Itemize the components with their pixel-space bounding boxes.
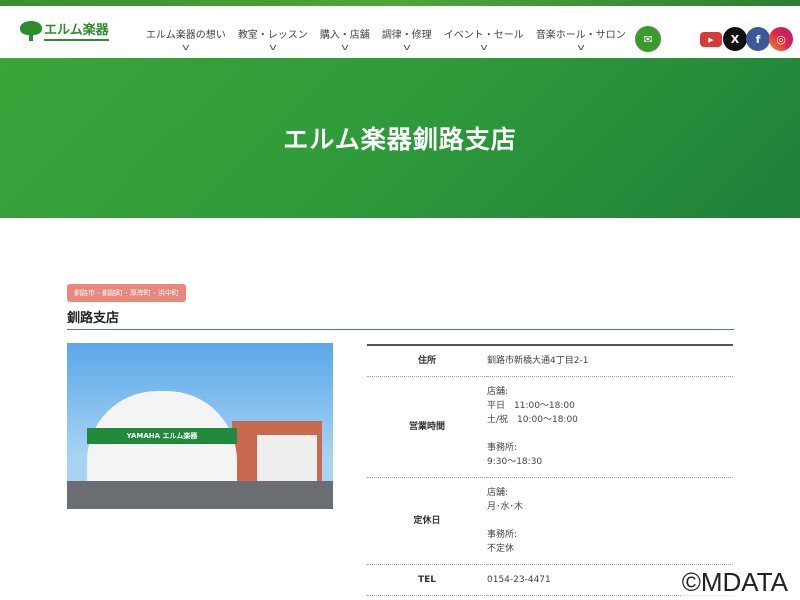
hero-banner: エルム楽器釧路支店 xyxy=(0,58,800,218)
value-line: 店舗: xyxy=(487,488,509,498)
nav-label: エルム楽器の想い xyxy=(146,30,226,41)
x-icon[interactable]: X xyxy=(723,27,747,51)
value-line: 土/祝 10:00〜18:00 xyxy=(487,415,578,425)
table-row: 住所 釧路市新橋大通4丁目2-1 xyxy=(367,345,733,377)
logo-text: エルム楽器 xyxy=(44,23,109,41)
row-value: 店舗: 平日 11:00〜18:00 土/祝 10:00〜18:00 事務所: 9:30… xyxy=(487,376,733,478)
nav-label: 調律・修理 xyxy=(381,30,432,41)
value-line: 9:30〜18:30 xyxy=(487,457,543,467)
value-line xyxy=(487,514,733,528)
store-name: 釧路支店 xyxy=(67,311,120,326)
youtube-icon[interactable]: ▶ xyxy=(700,32,722,47)
area-tag[interactable]: 釧路市・釧路町・厚岸町・浜中町 xyxy=(67,284,186,302)
store-info-table: 住所 釧路市新橋大通4丁目2-1 営業時間 店舗: 平日 11:00〜18:00 土/祝 … xyxy=(367,344,733,596)
value-line: 事務所: xyxy=(487,443,518,453)
tree-icon xyxy=(20,21,42,41)
nav-item-stores[interactable]: 購入・店舗 v xyxy=(314,26,376,53)
row-label: 営業時間 xyxy=(367,376,487,478)
chevron-down-icon: v xyxy=(269,43,277,53)
mail-icon[interactable]: ✉ xyxy=(635,26,661,52)
watermark: ©MDATA xyxy=(681,567,788,598)
nav-label: 教室・レッスン xyxy=(237,30,308,41)
nav-item-lessons[interactable]: 教室・レッスン v xyxy=(232,26,314,53)
divider xyxy=(67,329,734,330)
row-label: TEL xyxy=(367,564,487,596)
value-line: 平日 11:00〜18:00 xyxy=(487,401,575,411)
chevron-down-icon: v xyxy=(341,43,349,53)
store-photo: YAMAHA エルム楽器 xyxy=(67,343,333,509)
facebook-icon[interactable]: f xyxy=(746,27,770,51)
row-value: 釧路市新橋大通4丁目2-1 xyxy=(487,345,733,377)
table-row: 営業時間 店舗: 平日 11:00〜18:00 土/祝 10:00〜18:00 事務所:… xyxy=(367,376,733,478)
row-label: 住所 xyxy=(367,345,487,377)
nav-label: 購入・店舗 xyxy=(319,30,370,41)
nav-item-philosophy[interactable]: エルム楽器の想い v xyxy=(140,26,232,53)
page-title: エルム楽器釧路支店 xyxy=(283,125,517,154)
nav-label: 音楽ホール・サロン xyxy=(535,30,626,41)
nav-label: イベント・セール xyxy=(443,30,524,41)
value-line xyxy=(487,427,733,441)
value-line: 店舗: xyxy=(487,387,509,397)
neighbor-building xyxy=(257,435,317,481)
chevron-down-icon: v xyxy=(577,43,585,53)
row-value: 店舗: 月･水･木事務所: 不定休 xyxy=(487,477,733,565)
instagram-icon[interactable]: ◎ xyxy=(769,27,793,51)
main-nav: エルム楽器の想い v 教室・レッスン v 購入・店舗 v 調律・修理 v イベント・セー… xyxy=(140,26,632,53)
site-header: エルム楽器 エルム楽器の想い v 教室・レッスン v 購入・店舗 v 調律・修理 v イ… xyxy=(0,6,800,58)
table-row: TEL 0154-23-4471 xyxy=(367,564,733,596)
value-line: 事務所: xyxy=(487,530,518,540)
row-label: 定休日 xyxy=(367,477,487,565)
value-line: 月･水･木 xyxy=(487,502,524,512)
nav-item-events[interactable]: イベント・セール v xyxy=(438,26,530,53)
logo[interactable]: エルム楽器 xyxy=(20,21,109,41)
store-sign: YAMAHA エルム楽器 xyxy=(87,428,237,444)
table-row: 定休日 店舗: 月･水･木事務所: 不定休 xyxy=(367,477,733,565)
nav-item-hall[interactable]: 音楽ホール・サロン v xyxy=(530,26,632,53)
parking-lot xyxy=(67,481,333,509)
value-line: 釧路市新橋大通4丁目2-1 xyxy=(487,356,589,366)
value-line: 不定休 xyxy=(487,544,515,554)
